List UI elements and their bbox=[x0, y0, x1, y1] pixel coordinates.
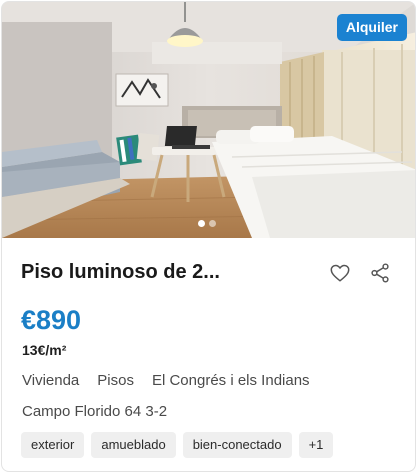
listing-price: €890 bbox=[21, 305, 82, 335]
listing-card[interactable]: Alquiler Piso luminoso de 2... €890 13€/… bbox=[1, 1, 416, 472]
carousel-dots bbox=[198, 220, 216, 227]
share-icon bbox=[371, 263, 389, 283]
feature-tag[interactable]: bien-conectado bbox=[182, 432, 292, 458]
feature-tag[interactable]: amueblado bbox=[91, 432, 176, 458]
price-per-m2: 13€/m² bbox=[22, 342, 67, 358]
listing-meta: Vivienda Pisos El Congrés i els Indians bbox=[22, 372, 310, 389]
carousel-dot[interactable] bbox=[209, 220, 216, 227]
property-type: Pisos bbox=[97, 372, 134, 389]
heart-icon bbox=[330, 264, 350, 282]
share-button[interactable] bbox=[369, 262, 391, 284]
listing-address: Campo Florido 64 3-2 bbox=[22, 403, 168, 420]
listing-type-badge: Alquiler bbox=[336, 14, 407, 41]
listing-photo[interactable]: Alquiler bbox=[2, 2, 415, 238]
carousel-dot[interactable] bbox=[198, 220, 205, 227]
feature-tags: exterior amueblado bien-conectado +1 bbox=[21, 432, 334, 458]
listing-title[interactable]: Piso luminoso de 2... bbox=[21, 261, 311, 284]
property-category: Vivienda bbox=[22, 372, 80, 389]
more-tags-button[interactable]: +1 bbox=[298, 432, 334, 458]
feature-tag[interactable]: exterior bbox=[21, 432, 85, 458]
favorite-button[interactable] bbox=[329, 262, 351, 284]
neighborhood: El Congrés i els Indians bbox=[151, 372, 310, 389]
